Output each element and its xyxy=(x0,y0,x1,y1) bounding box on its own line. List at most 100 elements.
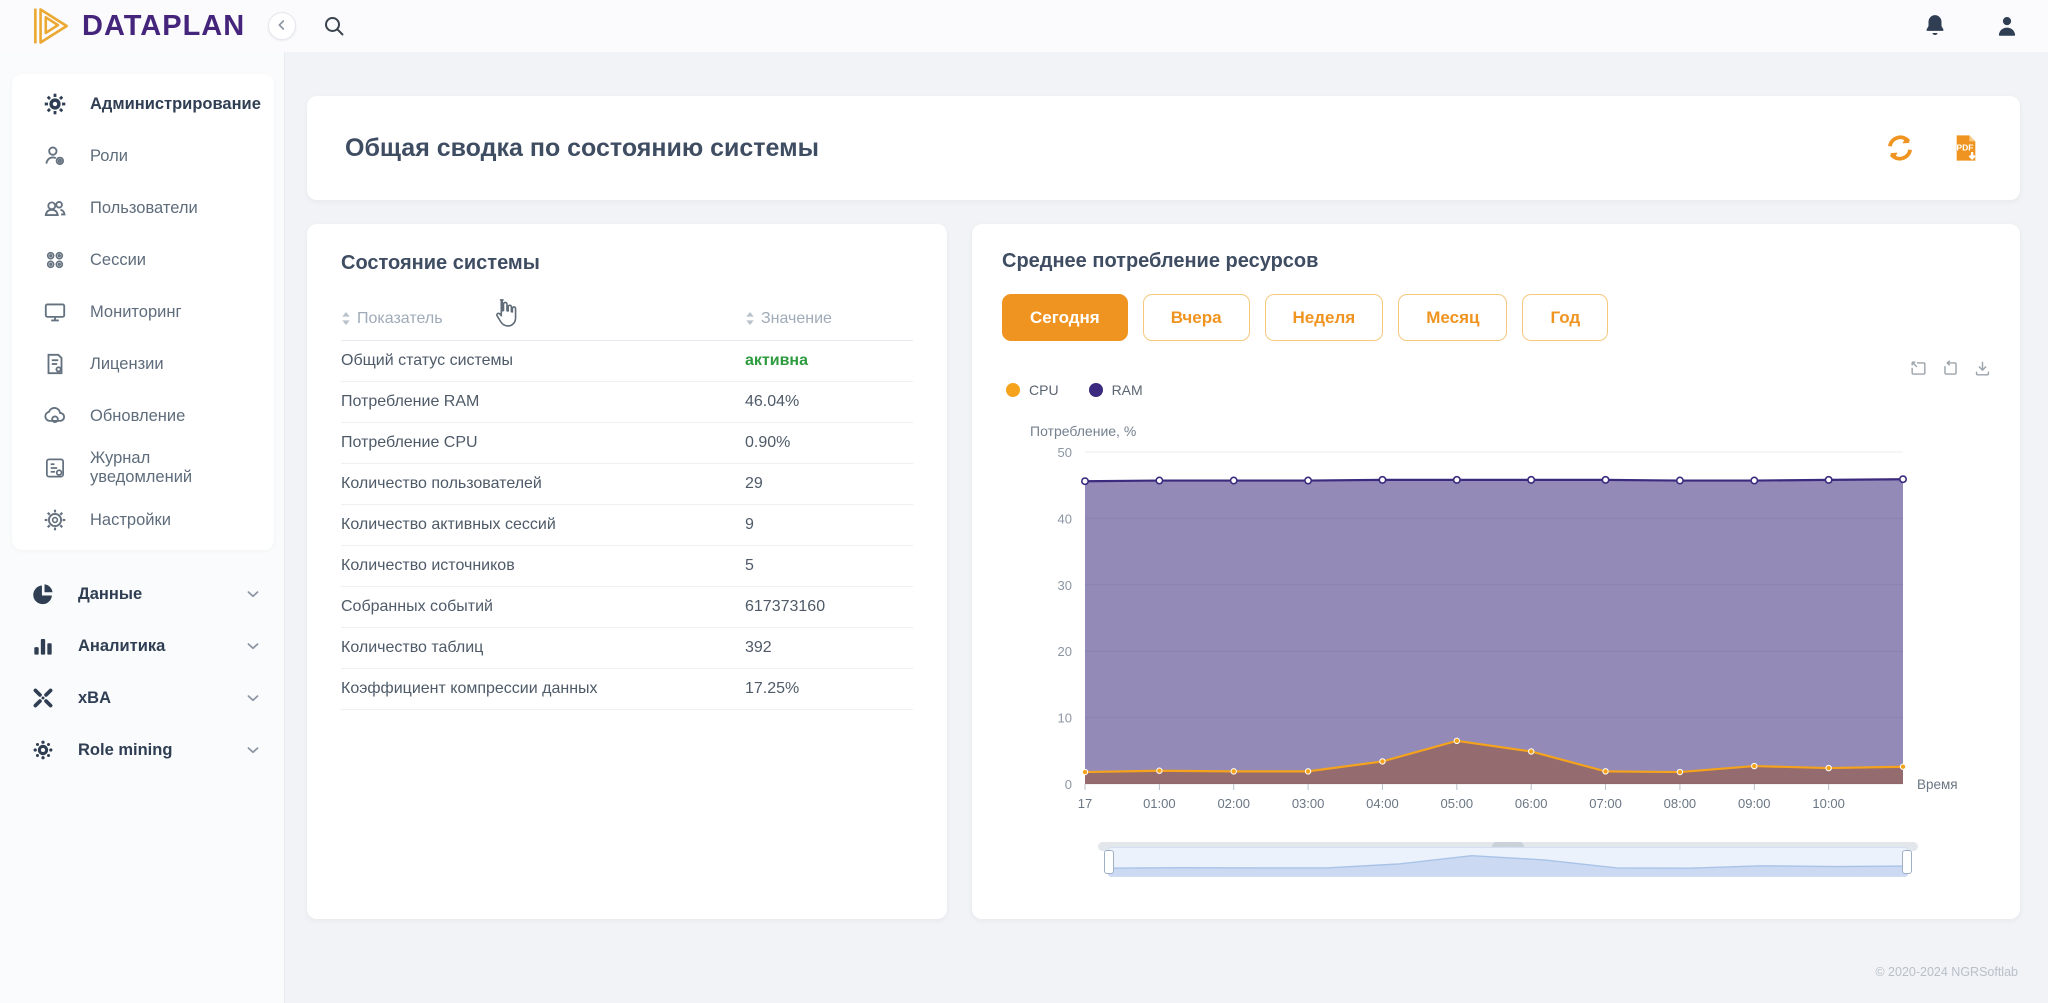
user-avatar-icon[interactable] xyxy=(1994,13,2020,39)
sidebar-item-label: Роли xyxy=(90,147,128,166)
area-chart-plot[interactable]: Потребление, %010203040501701:0002:0003:… xyxy=(986,420,1976,820)
sidebar-item-label: Сессии xyxy=(90,251,146,270)
header-actions xyxy=(1922,13,2048,39)
status-table: ПоказательЗначениеОбщий статус системыак… xyxy=(341,297,913,710)
analytics-icon xyxy=(30,633,56,659)
sidebar-group-card-administration: Администрирование Роли Пользователи Сессии М… xyxy=(12,74,274,550)
svg-text:10:00: 10:00 xyxy=(1812,796,1845,811)
metric-label: Потребление RAM xyxy=(341,393,745,411)
svg-text:30: 30 xyxy=(1058,578,1072,593)
sidebar-item-label: Лицензии xyxy=(90,355,164,374)
sidebar-item-label: Журнал уведомлений xyxy=(90,449,252,487)
logo[interactable]: DATAPLAN xyxy=(0,6,250,46)
metric-value: 0.90% xyxy=(745,434,913,452)
sidebar-item-label: Настройки xyxy=(90,511,171,530)
svg-text:40: 40 xyxy=(1058,511,1072,526)
svg-text:08:00: 08:00 xyxy=(1664,796,1697,811)
svg-text:06:00: 06:00 xyxy=(1515,796,1548,811)
datazoom-handle-right[interactable] xyxy=(1902,850,1912,874)
sidebar-group-data[interactable]: Данные xyxy=(0,568,284,620)
sidebar-groups: Данные Аналитика xBA Role mining xyxy=(0,568,284,776)
sidebar-group-label: Аналитика xyxy=(78,637,165,656)
svg-text:10: 10 xyxy=(1058,711,1072,726)
table-row: Количество пользователей29 xyxy=(341,464,913,505)
svg-text:03:00: 03:00 xyxy=(1292,796,1325,811)
sidebar-group-label: xBA xyxy=(78,689,111,708)
journal-icon xyxy=(42,455,68,481)
legend-label: RAM xyxy=(1112,382,1143,398)
roles-icon xyxy=(42,143,68,169)
download-icon[interactable] xyxy=(1973,359,1992,378)
datazoom-slider[interactable] xyxy=(1108,847,1908,877)
metric-label: Количество пользователей xyxy=(341,475,745,493)
refresh-button[interactable] xyxy=(1884,132,1916,164)
metric-value: 46.04% xyxy=(745,393,913,411)
period-filter: Сегодня Вчера Неделя Месяц Год xyxy=(1002,294,1608,341)
period-button-вчера[interactable]: Вчера xyxy=(1143,294,1250,341)
svg-text:Время: Время xyxy=(1917,777,1958,792)
zoom-box-icon[interactable] xyxy=(1909,359,1928,378)
metric-value: 617373160 xyxy=(745,598,913,616)
page-title-card: Общая сводка по состоянию системы PDF xyxy=(307,96,2020,200)
svg-text:50: 50 xyxy=(1058,445,1072,460)
sidebar-item-licenses[interactable]: Лицензии xyxy=(12,338,274,390)
license-icon xyxy=(42,351,68,377)
sidebar: Администрирование Роли Пользователи Сессии М… xyxy=(0,52,285,1003)
chart-legend: CPU RAM xyxy=(1006,382,1143,398)
column-header-label: Значение xyxy=(761,310,832,328)
period-button-сегодня[interactable]: Сегодня xyxy=(1002,294,1128,341)
sidebar-group-role-mining[interactable]: Role mining xyxy=(0,724,284,776)
sidebar-item-roles[interactable]: Роли xyxy=(12,130,274,182)
metric-label: Количество активных сессий xyxy=(341,516,745,534)
search-icon[interactable] xyxy=(322,14,346,38)
metric-label: Количество таблиц xyxy=(341,639,745,657)
sidebar-group-analytics[interactable]: Аналитика xyxy=(0,620,284,672)
settings-icon xyxy=(42,507,68,533)
svg-text:02:00: 02:00 xyxy=(1217,796,1250,811)
period-button-неделя[interactable]: Неделя xyxy=(1265,294,1384,341)
column-header-label: Показатель xyxy=(357,310,443,328)
period-button-месяц[interactable]: Месяц xyxy=(1398,294,1507,341)
svg-text:07:00: 07:00 xyxy=(1589,796,1622,811)
metric-value: 9 xyxy=(745,516,913,534)
page-actions: PDF xyxy=(1884,132,1982,164)
sidebar-item-label: Мониторинг xyxy=(90,303,182,322)
sidebar-item-sessions[interactable]: Сессии xyxy=(12,234,274,286)
table-row: Количество активных сессий9 xyxy=(341,505,913,546)
metric-label: Количество источников xyxy=(341,557,745,575)
top-header: DATAPLAN xyxy=(0,0,2048,52)
svg-text:09:00: 09:00 xyxy=(1738,796,1771,811)
sidebar-item-settings[interactable]: Настройки xyxy=(12,494,274,546)
bell-icon[interactable] xyxy=(1922,13,1948,39)
monitor-icon xyxy=(42,299,68,325)
period-button-год[interactable]: Год xyxy=(1522,294,1608,341)
sidebar-item-users[interactable]: Пользователи xyxy=(12,182,274,234)
legend-item-cpu[interactable]: CPU xyxy=(1006,382,1059,398)
chart-card-title: Среднее потребление ресурсов xyxy=(1002,250,1318,273)
sidebar-group-xba[interactable]: xBA xyxy=(0,672,284,724)
system-status-card: Состояние системы ПоказательЗначениеОбщи… xyxy=(307,224,947,919)
data-icon xyxy=(30,581,56,607)
sidebar-item-label: Пользователи xyxy=(90,199,198,218)
chevron-down-icon xyxy=(244,585,262,603)
datazoom-handle-left[interactable] xyxy=(1104,850,1114,874)
sidebar-group-administration[interactable]: Администрирование xyxy=(12,78,274,130)
svg-text:Потребление, %: Потребление, % xyxy=(1030,423,1136,439)
sidebar-collapse-button[interactable] xyxy=(268,12,296,40)
datazoom-mini-chart xyxy=(1109,848,1907,876)
legend-item-ram[interactable]: RAM xyxy=(1089,382,1143,398)
metric-value: 17.25% xyxy=(745,680,913,698)
legend-dot xyxy=(1089,383,1103,397)
metric-label: Коэффициент компрессии данных xyxy=(341,680,745,698)
page-title: Общая сводка по состоянию системы xyxy=(345,134,819,163)
users-icon xyxy=(42,195,68,221)
sort-header[interactable]: Показатель xyxy=(341,310,745,328)
sidebar-item-update[interactable]: Обновление xyxy=(12,390,274,442)
restore-icon[interactable] xyxy=(1941,359,1960,378)
export-pdf-button[interactable]: PDF xyxy=(1950,132,1982,164)
metric-label: Общий статус системы xyxy=(341,352,745,370)
status-table-header: Показатель Значение xyxy=(341,297,913,341)
sort-header[interactable]: Значение xyxy=(745,310,913,328)
sidebar-item-monitoring[interactable]: Мониторинг xyxy=(12,286,274,338)
sidebar-item-notifications-journal[interactable]: Журнал уведомлений xyxy=(12,442,274,494)
